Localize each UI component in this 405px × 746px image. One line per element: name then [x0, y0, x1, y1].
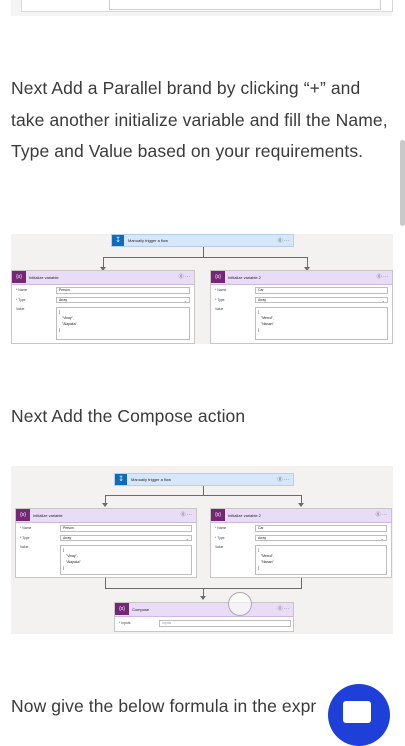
field-label: * Name [16, 288, 28, 292]
connector [105, 578, 106, 588]
field-label: Value [215, 307, 224, 311]
paragraph-compose: Next Add the Compose action [11, 406, 246, 426]
previous-field-input [109, 0, 381, 10]
field-label: * Inputs [119, 621, 131, 625]
field-label: Value [215, 545, 224, 549]
arrow-icon [298, 503, 304, 507]
compose-icon: {x} [115, 603, 129, 615]
node-title: Initialize variable 2 [228, 513, 261, 518]
node-menu-icon: ⓪ ··· [277, 606, 289, 612]
field-label: * Type [215, 536, 225, 540]
trigger-node: ↧ Manually trigger a flow ⓪ ··· [111, 234, 294, 247]
trigger-icon: ↧ [115, 474, 127, 485]
compose-node: {x} Compose ⓪ ··· * Inputs Inputs [114, 602, 294, 632]
type-value: Array [258, 298, 267, 302]
arrow-icon [102, 503, 108, 507]
flow-screenshot-1: ↧ Manually trigger a flow ⓪ ··· {x} Init… [11, 234, 393, 344]
node-title: Initialize variable [33, 513, 63, 518]
type-field: Array ⌄ [60, 535, 192, 541]
name-field: Car [255, 525, 387, 532]
type-value: Array [59, 298, 68, 302]
variable-icon: {x} [12, 271, 26, 283]
paragraph-parallel-branch: Next Add a Parallel brand by clicking “+… [11, 78, 388, 161]
trigger-menu-icon: ⓪ ··· [277, 238, 289, 244]
value-field: [ "Mercd", "Nissan" ] [255, 307, 388, 340]
initialize-variable-2-node: {x} Initialize variable 2 ⓪ ··· * Name C… [210, 270, 393, 344]
name-field: Person [56, 287, 190, 294]
type-value: Array [258, 536, 267, 540]
node-menu-icon: ⓪ ··· [178, 274, 190, 280]
name-field: Person [60, 525, 192, 532]
value-field: [ "Mercd", "Nissan" ] [255, 545, 387, 575]
node-menu-icon: ⓪ ··· [376, 274, 388, 280]
initialize-variable-2-node: {x} Initialize variable 2 ⓪ ··· * Name C… [210, 508, 392, 578]
field-label: * Type [16, 298, 26, 302]
chat-button[interactable] [328, 684, 390, 746]
arrow-icon [200, 596, 206, 600]
field-label: Value [20, 545, 29, 549]
inputs-field: Inputs [159, 620, 291, 627]
trigger-menu-icon: ⓪ ··· [277, 477, 289, 483]
field-label: * Name [20, 526, 32, 530]
chevron-down-icon: ⌄ [183, 298, 187, 303]
connector [105, 495, 301, 496]
variable-icon: {x} [211, 509, 225, 521]
value-line: ] [258, 566, 259, 570]
variable-icon: {x} [16, 509, 30, 521]
connector [103, 257, 307, 258]
trigger-node: ↧ Manually trigger a flow ⓪ ··· [114, 473, 294, 486]
field-label: * Name [215, 288, 227, 292]
name-field: Car [255, 287, 388, 294]
initialize-variable-node: {x} Initialize variable ⓪ ··· * Name Per… [11, 270, 195, 344]
value-line: ] [59, 328, 60, 332]
node-title: Initialize variable 2 [228, 275, 261, 280]
value-line: ] [63, 566, 64, 570]
initialize-variable-node: {x} Initialize variable ⓪ ··· * Name Per… [15, 508, 197, 578]
node-menu-icon: ⓪ ··· [375, 512, 387, 518]
cursor-indicator [228, 592, 252, 616]
type-field: Array ⌄ [255, 297, 388, 303]
type-value: Array [63, 536, 72, 540]
type-field: Array ⌄ [255, 535, 387, 541]
chevron-down-icon: ⌄ [381, 298, 385, 303]
node-title: Compose [132, 607, 150, 612]
trigger-label: Manually trigger a flow [128, 238, 169, 243]
chevron-down-icon: ⌄ [185, 536, 189, 541]
variable-icon: {x} [211, 271, 225, 283]
field-label: * Type [20, 536, 30, 540]
node-title: Initialize variable [29, 275, 59, 280]
value-line: ] [258, 328, 259, 332]
connector [203, 486, 204, 495]
connector [203, 247, 204, 257]
trigger-label: Manually trigger a flow [131, 477, 172, 482]
previous-screenshot-card [11, 0, 393, 16]
chevron-down-icon: ⌄ [380, 536, 384, 541]
node-menu-icon: ⓪ ··· [180, 512, 192, 518]
connector [301, 578, 302, 588]
scrollbar-thumb[interactable] [400, 140, 405, 226]
value-field: [ "Vinay", "Alapaka" ] [56, 307, 190, 340]
field-label: * Name [215, 526, 227, 530]
field-label: Value [16, 307, 25, 311]
field-label: * Type [215, 298, 225, 302]
flow-screenshot-2: ↧ Manually trigger a flow ⓪ ··· {x} Init… [11, 466, 393, 634]
trigger-icon: ↧ [112, 235, 124, 246]
value-field: [ "Vinay", "Alapaka" ] [60, 545, 192, 575]
type-field: Array ⌄ [56, 297, 190, 303]
